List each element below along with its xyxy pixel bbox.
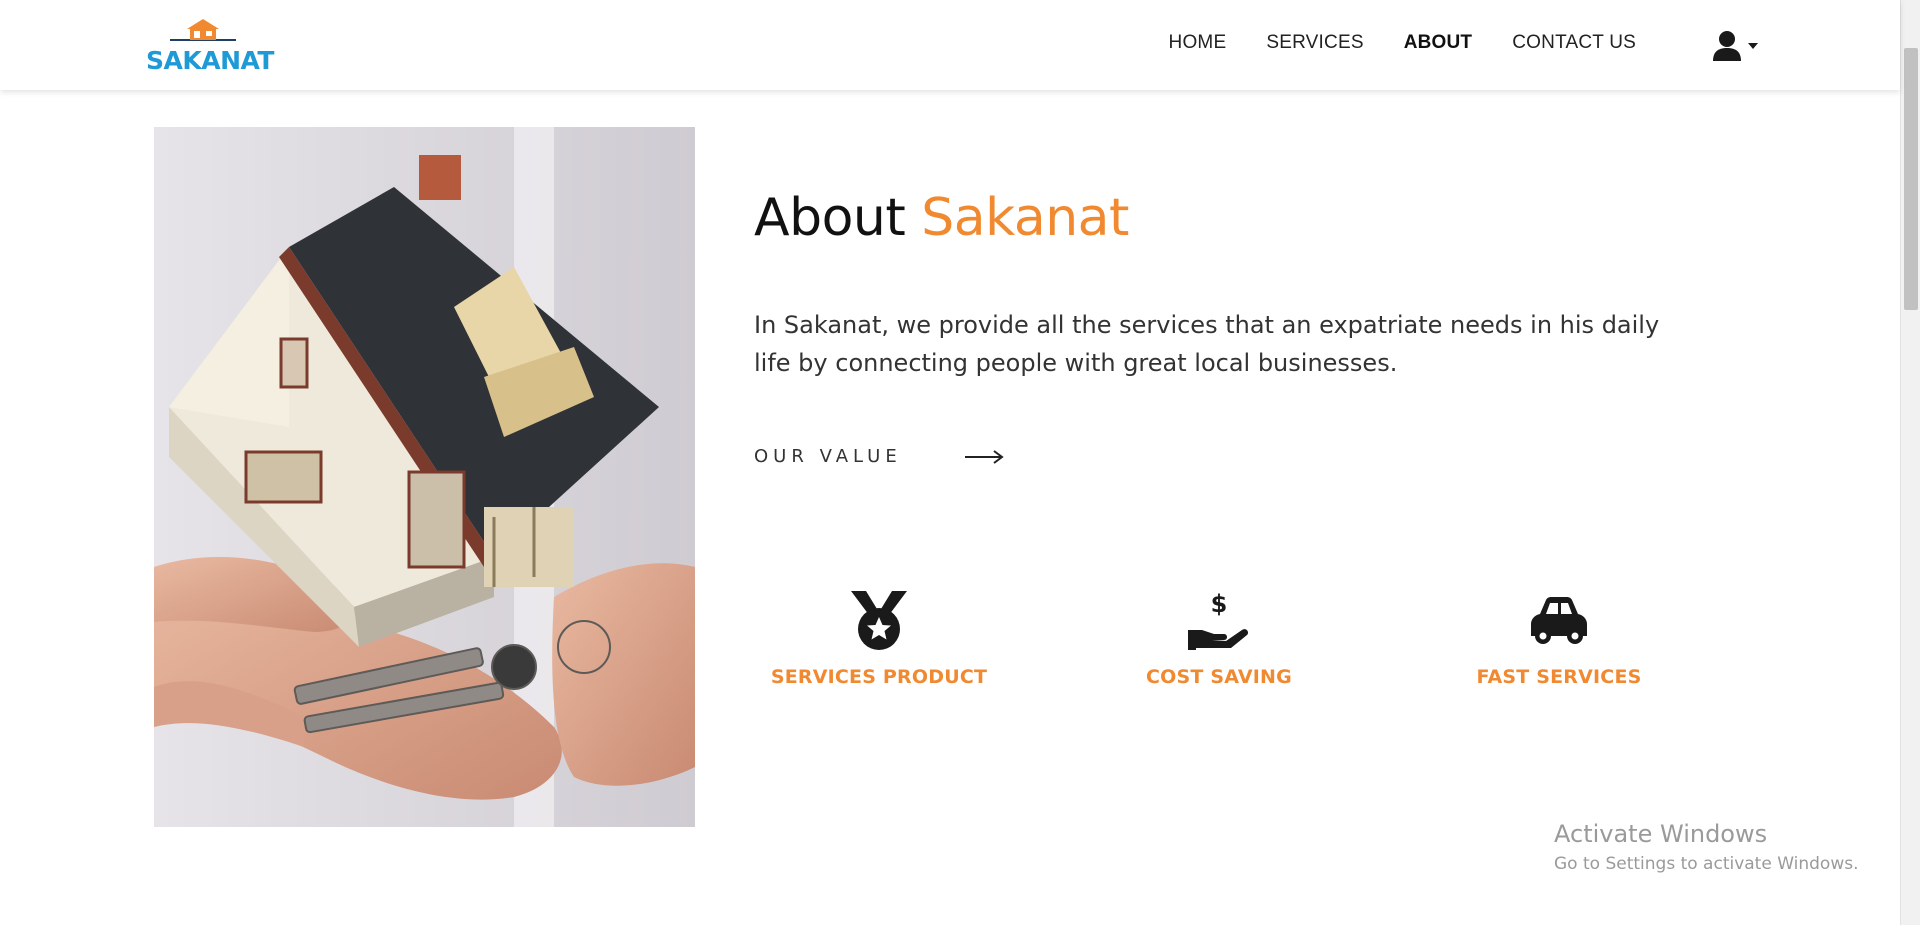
feature-label: SERVICES PRODUCT: [770, 666, 988, 688]
car-icon: [1531, 597, 1587, 644]
svg-text:$: $: [1211, 590, 1228, 618]
about-title: About Sakanat: [754, 188, 1129, 248]
nav-services[interactable]: SERVICES: [1266, 32, 1363, 54]
about-title-prefix: About: [754, 188, 922, 248]
top-navbar: SAKANAT HOME SERVICES ABOUT CONTACT US: [0, 0, 1900, 90]
logo[interactable]: SAKANAT: [146, 18, 274, 75]
scrollbar-thumb[interactable]: [1904, 48, 1918, 310]
feature-cost-saving: $ COST SAVING: [1089, 590, 1349, 688]
nav-home[interactable]: HOME: [1169, 32, 1227, 54]
user-menu-toggle[interactable]: [1712, 28, 1762, 64]
user-icon: [1713, 31, 1741, 61]
nav-contact-us[interactable]: CONTACT US: [1512, 32, 1636, 54]
about-title-accent: Sakanat: [921, 188, 1129, 248]
hand-holding-dollar-icon: $: [1188, 590, 1249, 650]
logo-house-icon: [170, 19, 236, 41]
watermark-title: Activate Windows: [1554, 820, 1768, 848]
medal-icon: [851, 591, 907, 650]
our-value-link[interactable]: OUR VALUE: [754, 446, 1004, 467]
about-description: In Sakanat, we provide all the services …: [754, 311, 1660, 377]
feature-services-product: SERVICES PRODUCT: [749, 590, 1009, 688]
house-model-illustration: [154, 127, 695, 827]
main-nav: HOME SERVICES ABOUT CONTACT US: [1169, 32, 1636, 54]
long-arrow-right-icon: [964, 449, 1004, 464]
feature-label: COST SAVING: [1146, 666, 1292, 688]
activate-windows-watermark: Activate Windows Go to Settings to activ…: [1554, 820, 1859, 874]
logo-text: SAKANAT: [146, 46, 274, 75]
watermark-subtitle: Go to Settings to activate Windows.: [1554, 854, 1859, 874]
page-scrollbar[interactable]: [1900, 0, 1920, 925]
feature-label: FAST SERVICES: [1476, 666, 1642, 688]
feature-fast-services: FAST SERVICES: [1429, 590, 1689, 688]
house-in-hands-image: [154, 127, 695, 827]
caret-down-icon: [1748, 43, 1758, 49]
our-value-label: OUR VALUE: [754, 446, 902, 467]
nav-about[interactable]: ABOUT: [1404, 32, 1473, 54]
